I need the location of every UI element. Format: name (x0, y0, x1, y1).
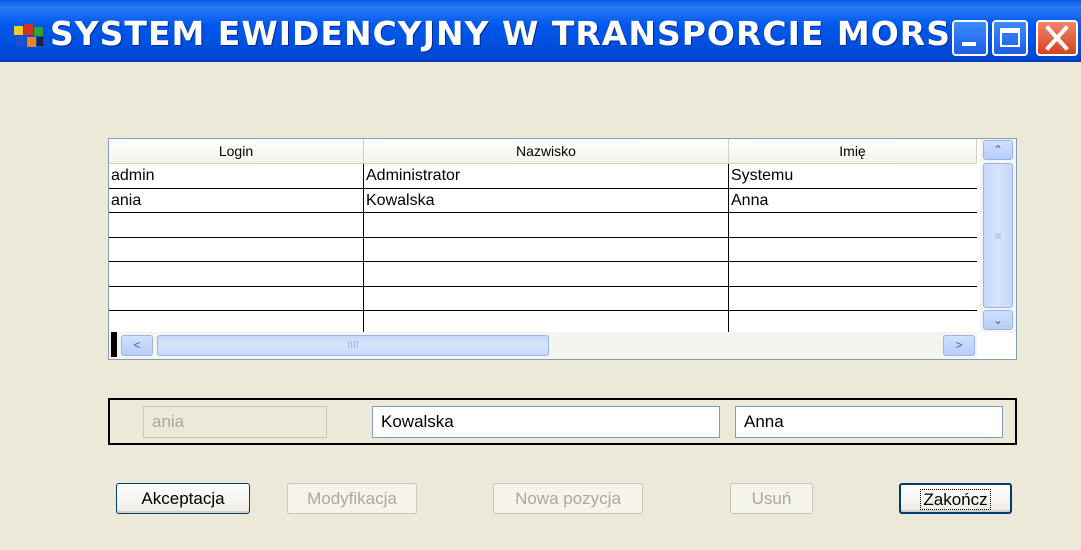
column-header-nazwisko[interactable]: Nazwisko (364, 139, 729, 164)
cell-nazwisko[interactable]: Administrator (364, 164, 729, 188)
cell-login[interactable] (109, 237, 364, 262)
cell-login[interactable] (109, 262, 364, 286)
cell-login[interactable] (109, 311, 364, 332)
accept-button-label: Akceptacja (141, 489, 225, 508)
maximize-icon (1000, 28, 1020, 47)
scroll-up-button[interactable]: ⌃ (983, 140, 1013, 160)
table-row[interactable] (109, 213, 977, 238)
maximize-button[interactable] (992, 20, 1028, 56)
cell-login[interactable]: ania (109, 188, 364, 213)
edit-panel: ania Kowalska Anna (108, 398, 1017, 445)
close-button[interactable] (1036, 20, 1078, 56)
nazwisko-field[interactable]: Kowalska (372, 406, 720, 438)
table-row[interactable] (109, 286, 977, 311)
vertical-scrollbar[interactable]: ⌃ ≡ ⌄ (980, 139, 1016, 332)
cell-login[interactable] (109, 286, 364, 311)
delete-button-label: Usuń (751, 489, 792, 508)
cell-imie[interactable] (729, 213, 977, 237)
vertical-scroll-thumb[interactable]: ≡ (983, 163, 1013, 308)
chevron-down-icon: ⌄ (992, 313, 1004, 327)
imie-field[interactable]: Anna (735, 406, 1003, 438)
new-item-button-label: Nowa pozycja (515, 489, 621, 508)
table-row[interactable] (109, 311, 977, 332)
cell-imie[interactable] (729, 311, 977, 332)
scroll-down-button[interactable]: ⌄ (983, 310, 1013, 330)
app-icon (14, 24, 43, 47)
window-title: SYSTEM EWIDENCYJNY W TRANSPORCIE MORSKIM (50, 14, 1025, 53)
title-bar[interactable]: SYSTEM EWIDENCYJNY W TRANSPORCIE MORSKIM (0, 0, 1081, 62)
grip-icon: IIII (347, 340, 359, 351)
scroll-left-button[interactable]: < (121, 335, 153, 356)
table-body: admin Administrator Systemu ania Kowalsk… (109, 164, 977, 332)
chevron-up-icon: ⌃ (992, 143, 1004, 157)
accept-button[interactable]: Akceptacja (116, 483, 250, 514)
new-item-button[interactable]: Nowa pozycja (493, 483, 643, 514)
horizontal-scrollbar[interactable]: < IIII > (109, 332, 977, 359)
chevron-left-icon: < (133, 338, 141, 352)
column-header-login[interactable]: Login (109, 139, 364, 164)
cell-imie[interactable]: Systemu (729, 164, 977, 188)
users-table[interactable]: Login Nazwisko Imię admin Administrator … (108, 138, 1017, 360)
cell-nazwisko[interactable] (364, 262, 729, 286)
cell-login[interactable]: admin (109, 164, 364, 188)
column-header-imie[interactable]: Imię (729, 139, 977, 164)
cell-nazwisko[interactable]: Kowalska (364, 188, 729, 213)
table-row[interactable]: ania Kowalska Anna (109, 188, 977, 213)
modify-button-label: Modyfikacja (307, 489, 397, 508)
scroll-right-button[interactable]: > (943, 335, 975, 356)
cell-nazwisko[interactable] (364, 286, 729, 311)
grip-icon: ≡ (994, 229, 1002, 243)
table-row[interactable] (109, 262, 977, 287)
chevron-right-icon: > (955, 338, 963, 352)
close-app-button[interactable]: Zakończ (899, 483, 1012, 514)
close-app-button-label: Zakończ (920, 489, 991, 510)
cell-nazwisko[interactable] (364, 237, 729, 262)
close-icon (1045, 25, 1069, 51)
minimize-button[interactable] (952, 20, 988, 56)
cell-nazwisko[interactable] (364, 311, 729, 332)
table-header: Login Nazwisko Imię (109, 139, 977, 164)
table-row[interactable] (109, 237, 977, 262)
table-row[interactable]: admin Administrator Systemu (109, 164, 977, 189)
cell-imie[interactable]: Anna (729, 189, 977, 213)
cell-nazwisko[interactable] (364, 213, 729, 237)
delete-button[interactable]: Usuń (730, 483, 813, 514)
cell-imie[interactable] (729, 262, 977, 286)
minimize-icon (962, 42, 976, 46)
row-indicator (111, 332, 117, 357)
modify-button[interactable]: Modyfikacja (287, 483, 417, 514)
horizontal-scroll-thumb[interactable]: IIII (157, 335, 549, 356)
cell-imie[interactable] (729, 238, 977, 262)
cell-login[interactable] (109, 213, 364, 237)
login-field[interactable]: ania (143, 406, 327, 438)
cell-imie[interactable] (729, 287, 977, 311)
